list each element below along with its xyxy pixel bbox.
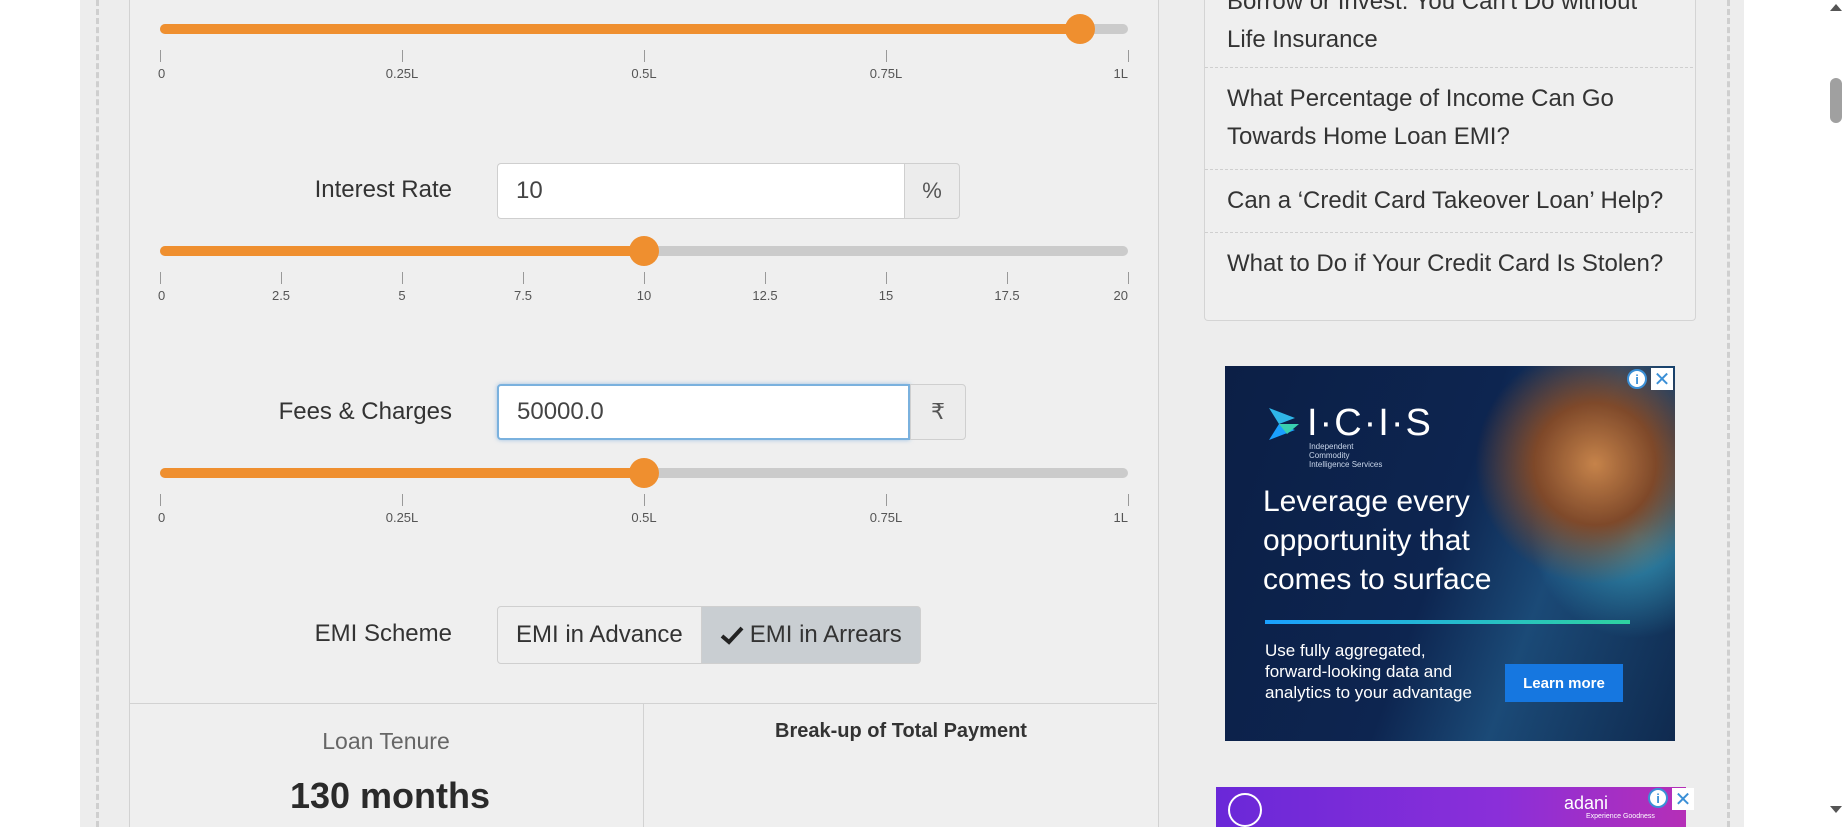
fees-charges-input-group: 50000.0 ₹ — [497, 384, 966, 442]
tick-mark — [644, 494, 645, 506]
tick-label: 1L — [1113, 510, 1128, 525]
tick-label: 0 — [158, 510, 166, 525]
loan-amount-slider[interactable] — [160, 14, 1128, 44]
slider-handle[interactable] — [1064, 14, 1095, 44]
tick-mark — [160, 272, 161, 284]
tick-mark — [402, 494, 403, 506]
tick-label: 0.75L — [869, 66, 903, 81]
adani-advertisement[interactable]: adani Experience Goodness — [1216, 787, 1686, 827]
learn-more-button[interactable]: Learn more — [1505, 664, 1623, 702]
slider-handle[interactable] — [629, 458, 659, 488]
tick-mark — [886, 50, 887, 62]
emi-scheme-label: EMI Scheme — [314, 620, 452, 647]
emi-in-arrears-button[interactable]: EMI in Arrears — [701, 606, 921, 664]
loan-amount-ticks: 0 0.25L 0.5L 0.75L 1L — [158, 50, 1129, 81]
loan-tenure-value: 130 months — [289, 775, 491, 816]
ad2-close-icon[interactable]: ✕ — [1672, 788, 1694, 811]
emi-in-advance-button[interactable]: EMI in Advance — [497, 606, 702, 664]
interest-rate-input[interactable]: 10 — [497, 163, 904, 219]
tick-mark — [160, 494, 161, 506]
interest-rate-slider[interactable] — [160, 236, 1128, 266]
scroll-down-arrow-icon[interactable] — [1830, 806, 1842, 813]
scroll-up-arrow-icon[interactable] — [1830, 4, 1842, 11]
sidebar-separator — [1205, 232, 1693, 233]
fees-charges-ticks: 0 0.25L 0.5L 0.75L 1L — [158, 494, 1129, 525]
sidebar-item-card-stolen[interactable]: What to Do if Your Credit Card Is Stolen… — [1227, 245, 1677, 283]
adani-logo-text: adani — [1564, 793, 1609, 813]
tick-mark — [402, 50, 403, 62]
icis-logo-subtitle: Independent Commodity Intelligence Servi… — [1309, 442, 1383, 469]
slider-fill — [160, 246, 644, 256]
scrollbar-thumb[interactable] — [1830, 78, 1842, 123]
icis-logo-text: I·C·I·S — [1307, 402, 1433, 444]
ad-info-icon[interactable]: i — [1627, 369, 1647, 389]
tick-label: 10 — [636, 288, 652, 303]
tick-mark — [1128, 50, 1129, 62]
tick-mark — [644, 50, 645, 62]
slider-fill — [160, 468, 644, 478]
tick-label: 1L — [1113, 66, 1128, 81]
ad-close-icon[interactable]: ✕ — [1651, 368, 1673, 391]
tick-label: 2.5 — [271, 288, 291, 303]
building-icon — [1228, 793, 1262, 827]
tick-mark — [281, 272, 282, 284]
fees-charges-input[interactable]: 50000.0 — [497, 384, 910, 440]
tick-mark — [886, 494, 887, 506]
icis-advertisement[interactable]: I·C·I·S Independent Commodity Intelligen… — [1225, 366, 1675, 741]
tick-label: 0.25L — [385, 510, 419, 525]
tick-mark — [402, 272, 403, 284]
interest-rate-input-group: 10 % — [497, 163, 960, 221]
interest-rate-ticks: 0 2.5 5 7.5 10 12.5 15 17.5 20 — [158, 272, 1129, 303]
sidebar-item-credit-card-takeover[interactable]: Can a ‘Credit Card Takeover Loan’ Help? — [1227, 182, 1677, 220]
sidebar-item-life-insurance[interactable]: Borrow or Invest: You Can't Do without L… — [1227, 0, 1677, 59]
tick-label: 12.5 — [752, 288, 778, 303]
ad-divider-bar — [1265, 620, 1630, 624]
ad2-info-icon[interactable]: i — [1648, 788, 1668, 808]
breakup-chart-title: Break-up of Total Payment — [775, 720, 1027, 742]
loan-tenure-label: Loan Tenure — [322, 728, 450, 754]
tick-label: 17.5 — [994, 288, 1020, 303]
interest-rate-label: Interest Rate — [314, 176, 452, 203]
tick-label: 20 — [1113, 288, 1128, 303]
emi-in-arrears-label: EMI in Arrears — [749, 621, 902, 648]
percent-addon: % — [904, 163, 960, 219]
fees-charges-slider[interactable] — [160, 458, 1128, 488]
tick-label: 7.5 — [513, 288, 533, 303]
rupee-addon: ₹ — [910, 384, 966, 440]
tick-label: 5 — [398, 288, 406, 303]
tick-label: 15 — [878, 288, 894, 303]
page-scrollbar[interactable] — [1826, 0, 1848, 827]
sidebar-separator — [1205, 67, 1693, 68]
tick-mark — [644, 272, 645, 284]
tick-mark — [1128, 494, 1129, 506]
icis-logo-icon — [1269, 408, 1299, 440]
ad-body-text: Use fully aggregated, forward-looking da… — [1265, 641, 1472, 702]
fees-charges-label: Fees & Charges — [278, 398, 452, 425]
sidebar-separator — [1205, 169, 1693, 170]
tick-mark — [523, 272, 524, 284]
tick-mark — [1007, 272, 1008, 284]
tick-mark — [765, 272, 766, 284]
tick-mark — [1128, 272, 1129, 284]
ad-headline: Leverage every opportunity that comes to… — [1263, 485, 1492, 596]
tick-label: 0.25L — [385, 66, 419, 81]
tick-mark — [886, 272, 887, 284]
sidebar-item-home-loan-emi[interactable]: What Percentage of Income Can Go Towards… — [1227, 80, 1677, 156]
tick-label: 0 — [158, 66, 166, 81]
emi-scheme-toggle: EMI in Advance EMI in Arrears — [497, 606, 921, 664]
slider-fill — [160, 24, 1080, 34]
tick-label: 0.5L — [631, 510, 657, 525]
tick-label: 0.5L — [631, 66, 657, 81]
right-dashed-border — [1727, 0, 1730, 827]
tick-label: 0.75L — [869, 510, 903, 525]
tick-label: 0 — [158, 288, 166, 303]
tick-mark — [160, 50, 161, 62]
slider-handle[interactable] — [629, 236, 659, 266]
adani-tagline: Experience Goodness — [1586, 813, 1655, 820]
checkmark-icon — [720, 626, 744, 645]
